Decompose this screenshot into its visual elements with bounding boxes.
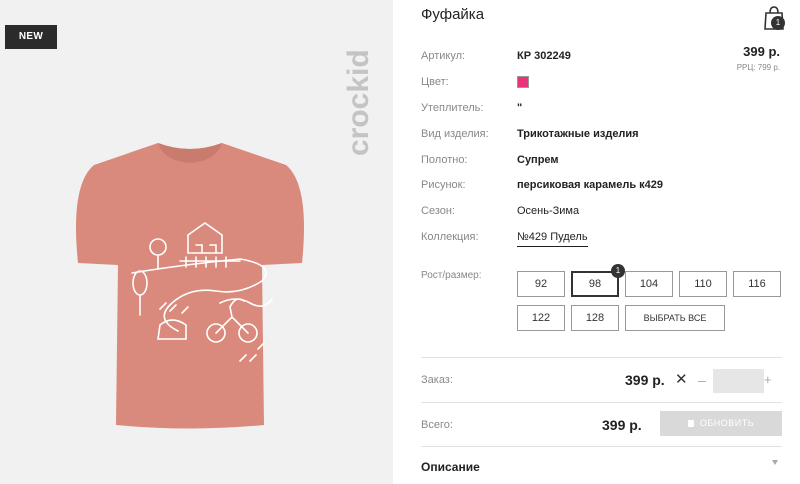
description-toggle[interactable]: Описание [421,460,480,474]
order-price: 399 р. [625,372,665,388]
season-value: Осень-Зима [517,205,580,217]
print-label: Рисунок: [421,179,466,191]
type-value: Трикотажные изделия [517,128,639,140]
divider [421,402,782,403]
remove-icon[interactable]: ✕ [675,370,688,388]
size-option-122[interactable]: 122 [517,305,565,331]
chevron-down-icon[interactable] [772,460,778,465]
season-label: Сезон: [421,205,455,217]
insulation-value: " [517,102,523,114]
size-option-92[interactable]: 92 [517,271,565,297]
total-price: 399 р. [602,417,642,433]
size-label: Рост/размер: [421,270,482,281]
svg-text:crockid: crockid [342,49,375,156]
divider [421,357,782,358]
color-swatch[interactable] [517,76,529,88]
recommended-retail-price: РРЦ: 799 р. [736,63,780,72]
increase-quantity-button[interactable]: + [764,372,772,387]
size-option-104[interactable]: 104 [625,271,673,297]
total-label: Всего: [421,419,453,431]
update-button[interactable]: ОБНОВИТЬ [660,411,782,436]
new-badge: NEW [5,25,57,49]
fabric-value: Супрем [517,154,559,166]
product-price: 399 р. [743,44,780,59]
insulation-label: Утеплитель: [421,102,484,114]
article-value: КР 302249 [517,50,571,62]
update-label: ОБНОВИТЬ [699,418,755,428]
collection-label: Коллекция: [421,231,479,243]
order-label: Заказ: [421,374,453,386]
article-label: Артикул: [421,50,466,62]
cart-count-badge: 1 [771,16,785,30]
type-label: Вид изделия: [421,128,489,140]
brand-logo: crockid [342,49,375,156]
decrease-quantity-button[interactable]: – [698,372,706,388]
basket-icon [687,420,694,428]
divider [421,446,782,447]
color-label: Цвет: [421,76,449,88]
select-all-sizes-button[interactable]: ВЫБРАТЬ ВСЕ [625,305,725,331]
fabric-label: Полотно: [421,154,468,166]
size-selected-count-badge: 1 [611,264,625,278]
tshirt-image [76,143,304,429]
collection-link[interactable]: №429 Пудель [517,229,588,247]
size-option-128[interactable]: 128 [571,305,619,331]
size-option-110[interactable]: 110 [679,271,727,297]
product-photo[interactable]: NEW crockid [0,0,393,484]
size-option-116[interactable]: 116 [733,271,781,297]
print-value: персиковая карамель к429 [517,179,664,191]
quantity-input[interactable] [713,369,764,393]
product-details-panel: Фуфайка 1 399 р. РРЦ: 799 р. Артикул: КР… [393,0,800,484]
product-title: Фуфайка [421,6,485,23]
